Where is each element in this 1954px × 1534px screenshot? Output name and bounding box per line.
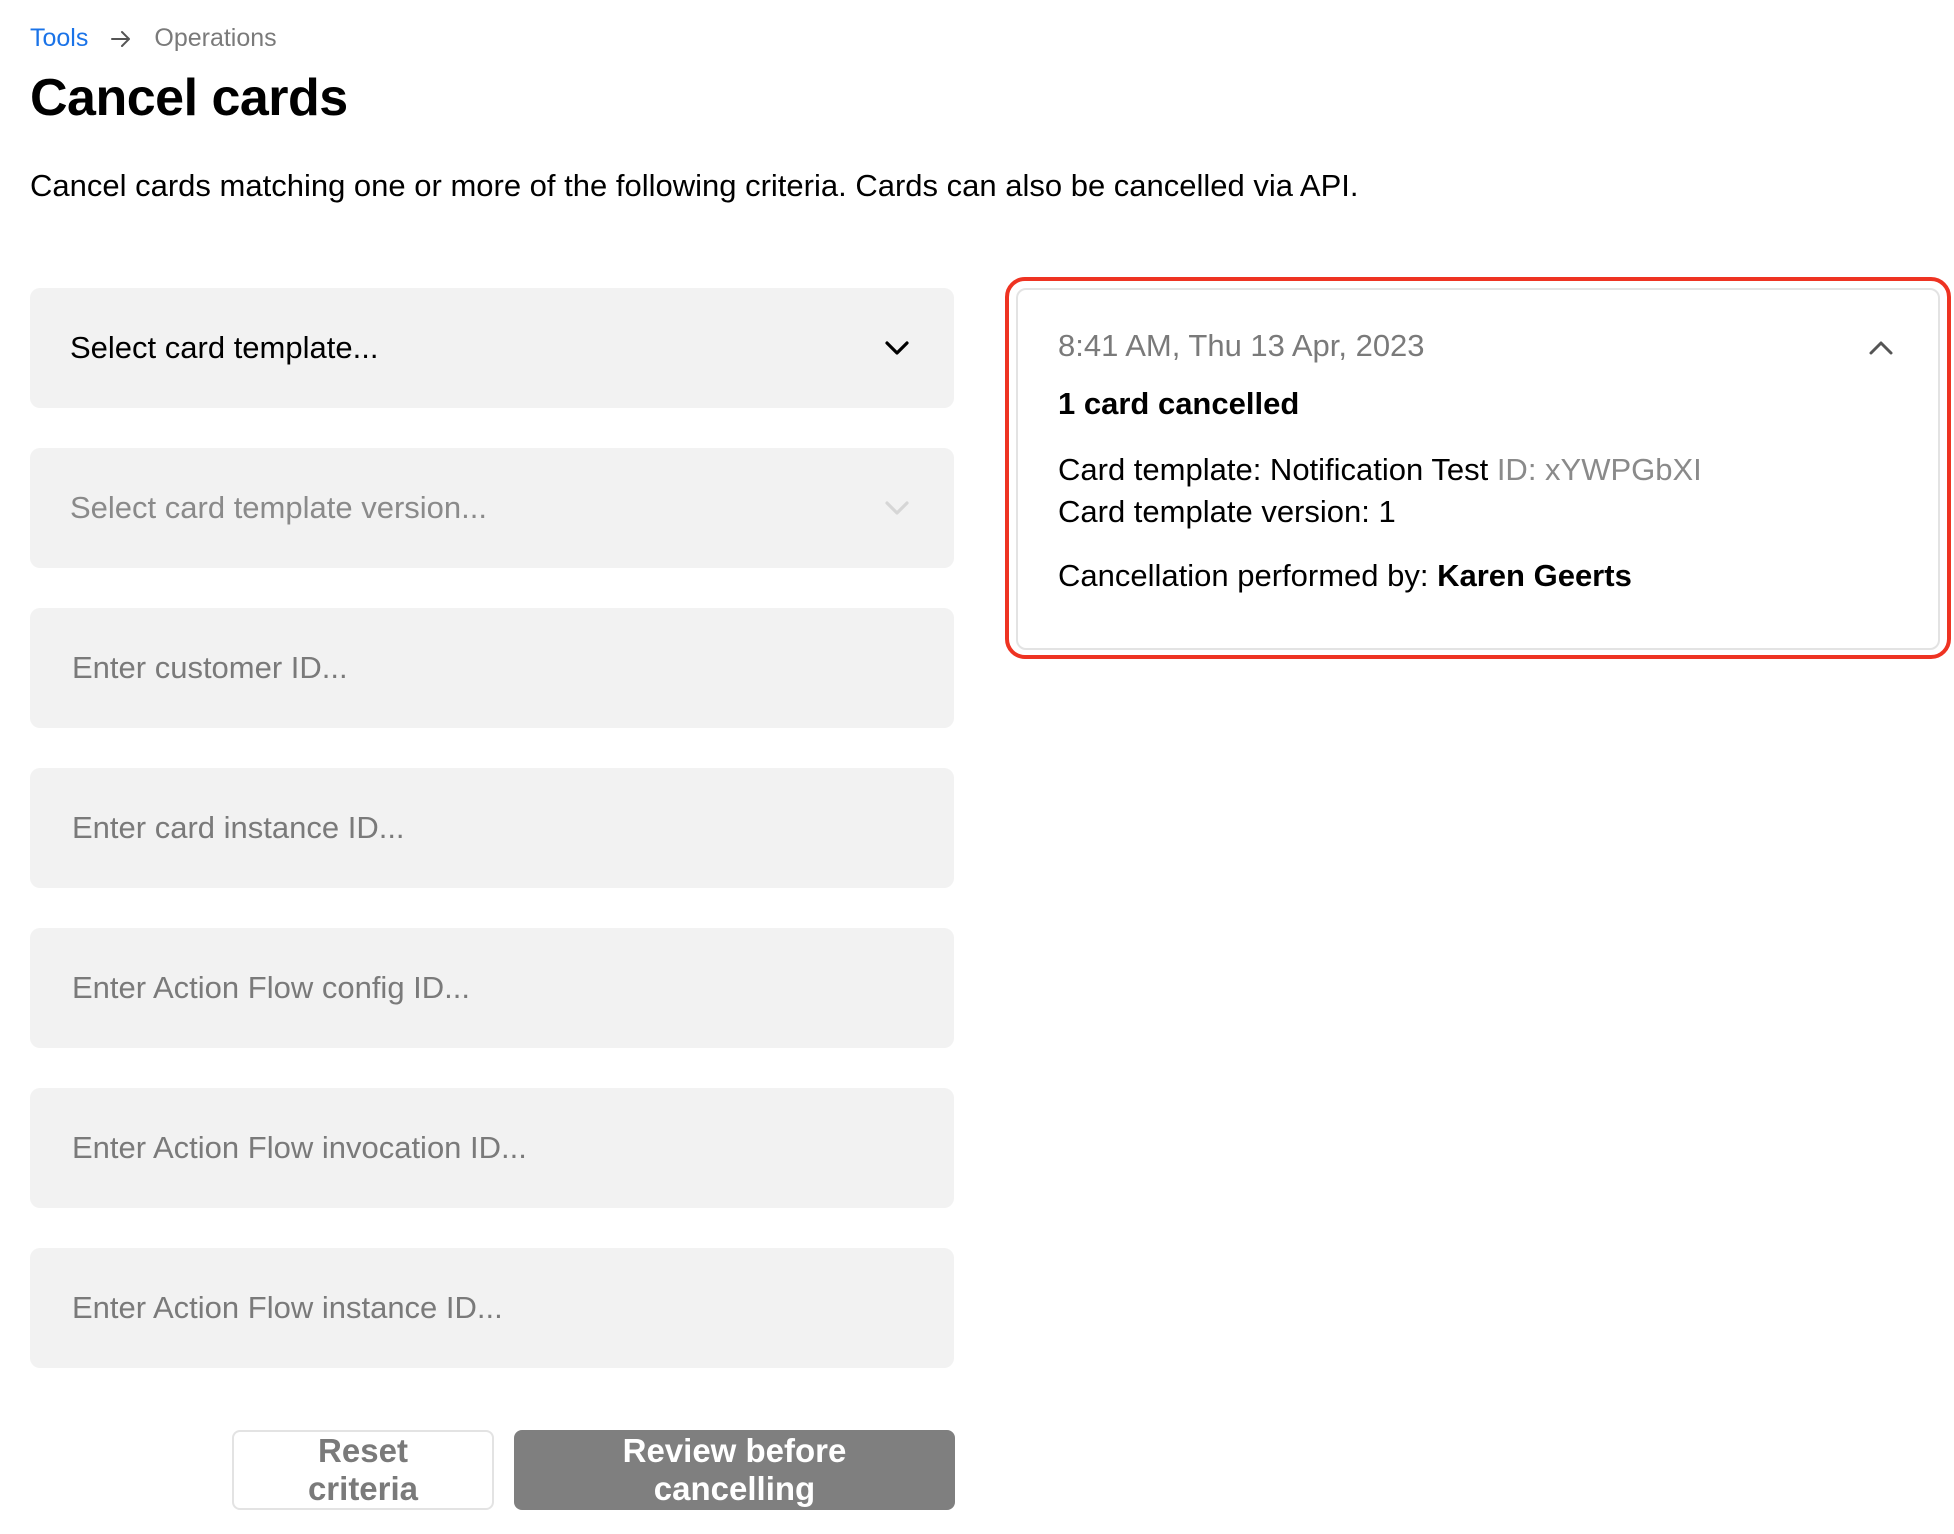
result-template-label: Card template: Notification Test (1058, 452, 1489, 487)
review-before-cancelling-button[interactable]: Review before cancelling (514, 1430, 955, 1510)
action-flow-invocation-id-input[interactable] (70, 1129, 914, 1167)
result-performed-by-label: Cancellation performed by: (1058, 558, 1429, 593)
cancellation-result-card: 8:41 AM, Thu 13 Apr, 2023 1 card cancell… (1016, 288, 1940, 650)
customer-id-field (30, 608, 954, 728)
card-instance-id-field (30, 768, 954, 888)
chevron-up-icon[interactable] (1868, 340, 1894, 356)
action-flow-config-id-field (30, 928, 954, 1048)
action-flow-instance-id-field (30, 1248, 954, 1368)
card-instance-id-input[interactable] (70, 809, 914, 847)
result-timestamp: 8:41 AM, Thu 13 Apr, 2023 (1058, 328, 1425, 363)
form-actions: Reset criteria Review before cancelling (232, 1430, 955, 1510)
card-template-select-placeholder: Select card template... (70, 330, 379, 365)
action-flow-instance-id-input[interactable] (70, 1289, 914, 1327)
chevron-down-icon (884, 500, 910, 516)
result-performed-by-name: Karen Geerts (1437, 558, 1632, 593)
result-template: Card template: Notification Test ID: xYW… (1058, 452, 1898, 488)
card-template-version-select-placeholder: Select card template version... (70, 490, 487, 525)
page-title: Cancel cards (30, 69, 348, 127)
chevron-down-icon (884, 340, 910, 356)
result-template-id: ID: xYWPGbXI (1496, 452, 1702, 487)
action-flow-invocation-id-field (30, 1088, 954, 1208)
card-template-select[interactable]: Select card template... (30, 288, 954, 408)
page-description: Cancel cards matching one or more of the… (30, 168, 1359, 203)
customer-id-input[interactable] (70, 649, 914, 687)
breadcrumb: Tools Operations (30, 24, 277, 53)
breadcrumb-tools-link[interactable]: Tools (30, 24, 88, 53)
cancel-criteria-form: Select card template... Select card temp… (30, 288, 954, 1408)
breadcrumb-current: Operations (154, 24, 277, 52)
card-template-version-select[interactable]: Select card template version... (30, 448, 954, 568)
result-performed-by: Cancellation performed by: Karen Geerts (1058, 558, 1898, 594)
result-count: 1 card cancelled (1058, 386, 1300, 421)
action-flow-config-id-input[interactable] (70, 969, 914, 1007)
arrow-right-icon (110, 30, 132, 48)
result-template-version: Card template version: 1 (1058, 494, 1396, 529)
reset-criteria-button[interactable]: Reset criteria (232, 1430, 494, 1510)
